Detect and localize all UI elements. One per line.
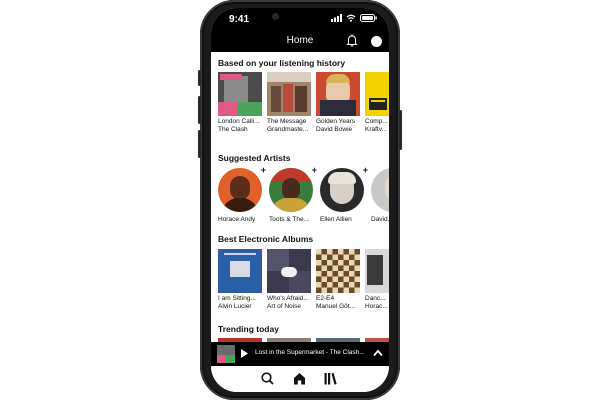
album-card[interactable]: E2-E4 Manuel Göt... [316,249,360,311]
search-icon[interactable] [261,372,274,385]
artist-name: Horace Andy [218,216,256,223]
artist-name: David... [371,216,389,223]
album-artist: Art of Noise [267,303,301,310]
album-cover [218,72,262,116]
artist-name: Toots & The... [269,216,309,223]
album-cover [267,72,311,116]
artist-photo [320,168,364,212]
album-cover [316,249,360,293]
home-icon[interactable] [293,372,306,385]
bottom-tab-bar [211,366,389,392]
add-artist-button[interactable]: + [363,165,368,175]
status-icons [331,14,377,22]
section-title-history: Based on your listening history [218,58,346,68]
artist-card[interactable]: David... [371,168,389,224]
screen: 9:41 Home Based on your listening histor… [211,8,389,392]
album-title: E2-E4 [316,295,335,302]
power-button [399,110,402,150]
mute-switch [198,70,201,86]
album-artist: Horac... [365,303,388,310]
volume-up-button [198,96,201,124]
album-artist: David Bowie [316,126,353,133]
page-title: Home [286,35,314,46]
status-bar: 9:41 [211,8,389,30]
chevron-up-icon[interactable] [373,349,383,357]
artist-photo [218,168,262,212]
notch [262,8,338,26]
library-icon[interactable] [324,372,337,385]
album-title: Comp... [365,118,388,125]
album-artist: The Clash [218,126,248,133]
album-title: London Calli... [218,118,260,125]
signal-icon [331,14,342,22]
album-card[interactable]: Who's Afraid... Art of Noise [267,249,311,311]
album-cover [267,249,311,293]
history-row: London Calli... The Clash The Message Gr… [218,72,389,134]
album-artist: Kraftv... [365,126,387,133]
profile-avatar[interactable] [371,36,382,47]
album-card[interactable]: Golden Years David Bowie [316,72,360,134]
now-playing-cover [217,345,235,363]
wifi-icon [346,14,356,22]
section-title-trending: Trending today [218,324,279,334]
album-title: Danc... [365,295,386,302]
album-cover [316,72,360,116]
volume-down-button [198,130,201,158]
home-feed: Based on your listening history London C… [211,52,389,342]
app-header: Home [211,30,389,52]
now-playing-bar[interactable]: Lost in the Supermarket - The Clash... [211,342,389,366]
album-title: Who's Afraid... [267,295,309,302]
artist-card[interactable]: + Toots & The... [269,165,317,224]
album-artist: Grandmaste... [267,126,309,133]
section-title-artists: Suggested Artists [218,153,291,163]
artist-photo [371,168,389,212]
album-cover [365,249,389,293]
section-title-electronic: Best Electronic Albums [218,234,314,244]
album-artist: Manuel Göt... [316,303,356,310]
album-title: The Message [267,118,307,125]
phone-frame: 9:41 Home Based on your listening histor… [198,0,402,400]
artist-photo [269,168,313,212]
add-artist-button[interactable]: + [312,165,317,175]
electronic-row: I am Sitting... Alvin Lucier Who's Afrai… [218,249,389,311]
album-card[interactable]: I am Sitting... Alvin Lucier [218,249,262,311]
now-playing-track: Lost in the Supermarket - The Clash... [255,349,365,356]
album-artist: Alvin Lucier [218,303,252,310]
status-time: 9:41 [229,14,250,25]
album-cover [365,72,389,116]
album-card[interactable]: Danc... Horac... [365,249,389,311]
album-cover [218,249,262,293]
album-title: I am Sitting... [218,295,256,302]
artists-row: + Horace Andy + Toots & The... + Ellen A… [218,165,389,224]
artist-name: Ellen Allien [320,216,352,223]
album-card[interactable]: Comp... Kraftv... [365,72,389,134]
artist-card[interactable]: + Horace Andy [218,165,266,224]
album-card[interactable]: London Calli... The Clash [218,72,262,134]
album-title: Golden Years [316,118,356,125]
artist-card[interactable]: + Ellen Allien [320,165,368,224]
camera-icon [272,13,279,20]
play-icon[interactable] [240,348,249,359]
add-artist-button[interactable]: + [261,165,266,175]
battery-icon [360,14,377,22]
bell-icon[interactable] [346,34,358,47]
album-card[interactable]: The Message Grandmaste... [267,72,311,134]
